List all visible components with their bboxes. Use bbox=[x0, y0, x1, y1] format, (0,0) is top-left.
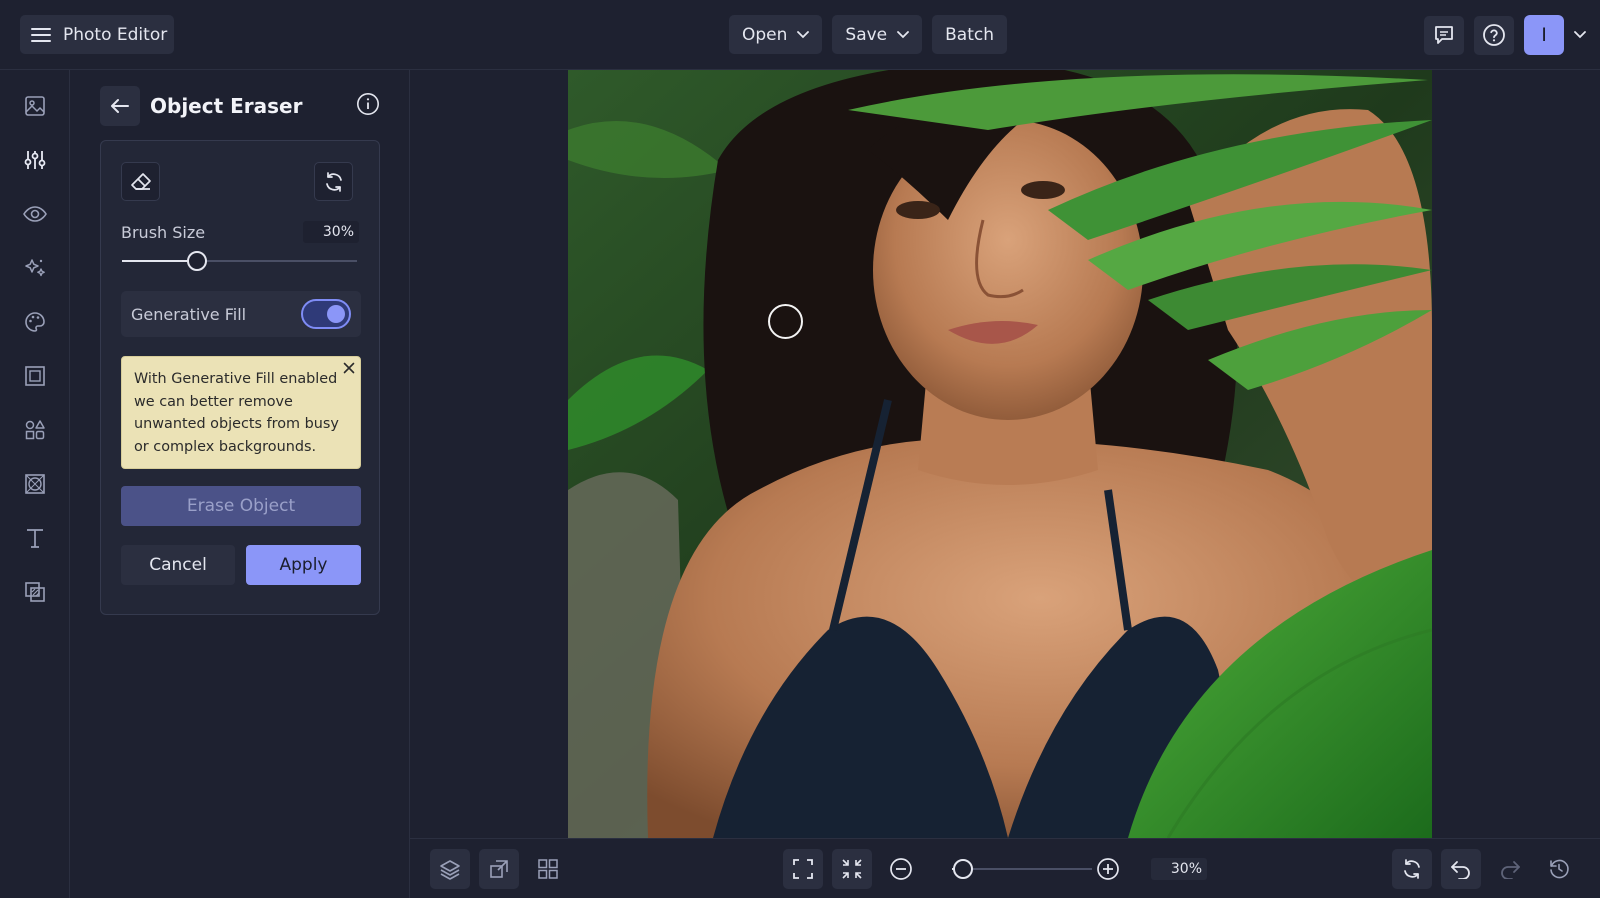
eraser-settings-card: Brush Size 30% Generative Fill With Gene… bbox=[100, 140, 380, 615]
frame-icon[interactable] bbox=[21, 362, 49, 390]
reset-button[interactable] bbox=[1392, 849, 1432, 889]
top-bar: Photo Editor Open Save Batch I bbox=[0, 0, 1600, 70]
batch-button[interactable]: Batch bbox=[932, 15, 1008, 54]
save-label: Save bbox=[845, 24, 888, 45]
help-icon bbox=[1482, 23, 1506, 47]
history-button[interactable] bbox=[1539, 849, 1579, 889]
graphics-icon[interactable] bbox=[21, 416, 49, 444]
open-button[interactable]: Open bbox=[729, 15, 823, 54]
generative-fill-tip: With Generative Fill enabled we can bett… bbox=[121, 356, 361, 469]
brush-cursor bbox=[768, 304, 803, 339]
crop-resize-icon bbox=[488, 858, 510, 880]
feedback-button[interactable] bbox=[1424, 15, 1464, 55]
arrow-left-icon bbox=[110, 98, 130, 114]
app-title: Photo Editor bbox=[63, 24, 168, 45]
main-menu-button[interactable]: Photo Editor bbox=[20, 15, 174, 54]
canvas-area bbox=[410, 70, 1600, 838]
undo-button[interactable] bbox=[1441, 849, 1481, 889]
help-button[interactable] bbox=[1474, 15, 1514, 55]
eraser-icon bbox=[130, 172, 152, 192]
comment-icon bbox=[1433, 24, 1455, 46]
brush-size-label: Brush Size bbox=[121, 223, 206, 242]
generative-fill-row: Generative Fill bbox=[121, 291, 361, 337]
bottom-toolbar: 30% bbox=[410, 838, 1600, 898]
brush-size-slider-handle[interactable] bbox=[187, 251, 208, 271]
undo-icon bbox=[1450, 859, 1472, 879]
eye-icon[interactable] bbox=[21, 200, 49, 228]
layers-button[interactable] bbox=[430, 849, 470, 889]
back-button[interactable] bbox=[100, 86, 140, 126]
brush-size-value[interactable]: 30% bbox=[303, 221, 359, 243]
restore-tool-button[interactable] bbox=[314, 162, 353, 201]
editing-photo[interactable] bbox=[568, 70, 1432, 838]
actual-size-icon bbox=[841, 858, 863, 880]
erase-object-button[interactable]: Erase Object bbox=[121, 486, 361, 526]
history-icon bbox=[1548, 858, 1570, 880]
palette-icon[interactable] bbox=[21, 308, 49, 336]
panel-title: Object Eraser bbox=[150, 94, 303, 118]
generative-fill-label: Generative Fill bbox=[131, 304, 247, 324]
save-button[interactable]: Save bbox=[832, 15, 923, 54]
object-eraser-panel: Object Eraser Brush Size 30% Generative … bbox=[70, 70, 410, 898]
generative-fill-toggle[interactable] bbox=[301, 299, 351, 329]
cancel-button[interactable]: Cancel bbox=[121, 545, 235, 585]
info-icon[interactable] bbox=[356, 92, 380, 116]
apply-button[interactable]: Apply bbox=[246, 545, 361, 585]
layers-icon bbox=[439, 858, 461, 880]
overlay-icon[interactable] bbox=[21, 578, 49, 606]
zoom-out-icon bbox=[889, 857, 913, 881]
chevron-down-icon bbox=[897, 30, 910, 39]
zoom-in-icon bbox=[1096, 857, 1120, 881]
brush-size-slider-fill bbox=[122, 260, 198, 262]
tool-rail bbox=[0, 70, 70, 898]
crop-resize-button[interactable] bbox=[479, 849, 519, 889]
texture-icon[interactable] bbox=[21, 470, 49, 498]
tip-text: With Generative Fill enabled we can bett… bbox=[134, 371, 339, 455]
sparkle-effects-icon[interactable] bbox=[21, 254, 49, 282]
grid-button[interactable] bbox=[528, 849, 568, 889]
zoom-out-button[interactable] bbox=[881, 849, 921, 889]
file-actions: Open Save Batch bbox=[729, 15, 1008, 54]
fit-screen-icon bbox=[792, 858, 814, 880]
zoom-slider-handle[interactable] bbox=[953, 859, 973, 879]
chevron-down-icon[interactable] bbox=[1574, 31, 1586, 39]
zoom-slider[interactable] bbox=[952, 859, 1092, 879]
zoom-value[interactable]: 30% bbox=[1151, 858, 1207, 880]
actual-size-button[interactable] bbox=[832, 849, 872, 889]
text-icon[interactable] bbox=[21, 524, 49, 552]
account-actions: I bbox=[1424, 15, 1586, 55]
refresh-icon bbox=[323, 171, 345, 193]
hamburger-icon bbox=[31, 27, 51, 43]
eraser-tool-button[interactable] bbox=[121, 162, 160, 201]
image-icon[interactable] bbox=[21, 92, 49, 120]
zoom-in-button[interactable] bbox=[1088, 849, 1128, 889]
reset-icon bbox=[1401, 858, 1423, 880]
batch-label: Batch bbox=[945, 24, 995, 45]
brush-size-slider[interactable] bbox=[122, 251, 357, 271]
close-icon[interactable] bbox=[343, 362, 355, 374]
grid-icon bbox=[537, 858, 559, 880]
avatar[interactable]: I bbox=[1524, 15, 1564, 55]
fit-screen-button[interactable] bbox=[783, 849, 823, 889]
chevron-down-icon bbox=[797, 30, 810, 39]
adjustments-icon[interactable] bbox=[21, 146, 49, 174]
portrait-photo-illustration bbox=[568, 70, 1432, 838]
open-label: Open bbox=[742, 24, 788, 45]
redo-icon bbox=[1499, 859, 1521, 879]
toggle-knob bbox=[327, 305, 345, 323]
redo-button[interactable] bbox=[1490, 849, 1530, 889]
